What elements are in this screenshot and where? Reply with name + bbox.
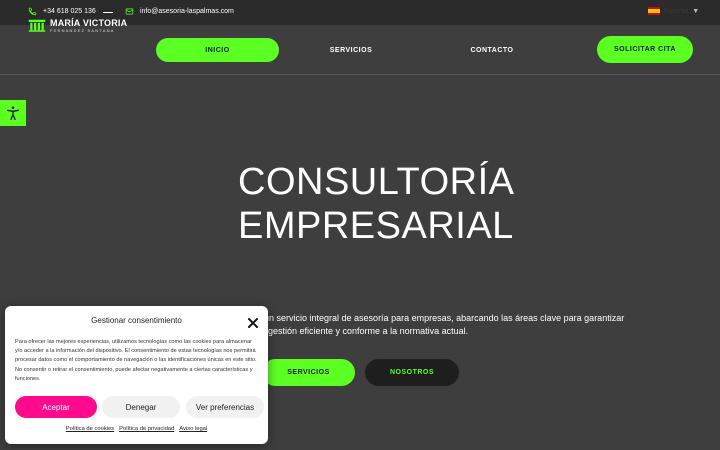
close-icon [248, 318, 258, 328]
topbar-email[interactable]: info@asesoria-laspalmas.com [125, 7, 234, 16]
hero-title-line1: CONSULTORÍA [238, 161, 515, 203]
hero-servicios-button[interactable]: SERVICIOS [262, 359, 355, 386]
topbar-phone[interactable]: +34 618 025 136 [28, 7, 96, 16]
consent-links: Política de cookies Política de privacid… [5, 426, 268, 432]
close-button[interactable] [247, 316, 259, 328]
site-logo[interactable]: MARÍA VICTORIA FERNANDEZ SANTANA [28, 17, 127, 33]
hero-text-line2: gestión eficiente y conforme a la normat… [268, 326, 469, 336]
consent-title: Gestionar consentimiento [91, 316, 182, 325]
nav-contacto[interactable]: CONTACTO [452, 38, 532, 62]
privacy-policy-link[interactable]: Política de privacidad [119, 426, 174, 432]
cookie-policy-link[interactable]: Política de cookies [66, 426, 114, 432]
preferences-button[interactable]: Ver preferencias [186, 396, 264, 418]
hero-title-line2: EMPRESARIAL [238, 205, 514, 247]
topbar-email-text: info@asesoria-laspalmas.com [140, 8, 234, 15]
topbar-phone-text: +34 618 025 136 [43, 8, 96, 15]
nav-servicios[interactable]: SERVICIOS [310, 38, 392, 62]
consent-text: Para ofrecer las mejores experiencias, u… [15, 339, 257, 382]
cookie-consent-dialog: Gestionar consentimiento Para ofrecer la… [5, 306, 268, 444]
hero-nosotros-button[interactable]: NOSOTROS [365, 359, 459, 386]
envelope-icon [125, 8, 134, 15]
deny-button[interactable]: Denegar [102, 396, 180, 418]
solicitar-cita-button[interactable]: SOLICITAR CITA [597, 36, 693, 63]
topbar-separator [103, 12, 113, 13]
nav-inicio[interactable]: INICIO [156, 38, 279, 62]
language-selector[interactable]: Español ▼ [648, 7, 699, 15]
accessibility-button[interactable] [0, 100, 26, 126]
legal-notice-link[interactable]: Aviso legal [179, 426, 207, 432]
phone-icon [28, 7, 37, 16]
hero-text-line1: un servicio integral de asesoría para em… [264, 313, 625, 323]
chevron-down-icon: ▼ [692, 7, 700, 15]
hero-title: CONSULTORÍA EMPRESARIAL [238, 160, 658, 248]
accessibility-icon [6, 106, 19, 120]
logo-icon [28, 19, 46, 32]
logo-subtitle: FERNANDEZ SANTANA [50, 27, 115, 33]
language-label: Español [663, 7, 689, 15]
accept-button[interactable]: Aceptar [15, 396, 97, 418]
hero-description: un servicio integral de asesoría para em… [238, 312, 638, 338]
logo-name: MARÍA VICTORIA [50, 17, 128, 28]
spain-flag-icon [648, 7, 660, 15]
